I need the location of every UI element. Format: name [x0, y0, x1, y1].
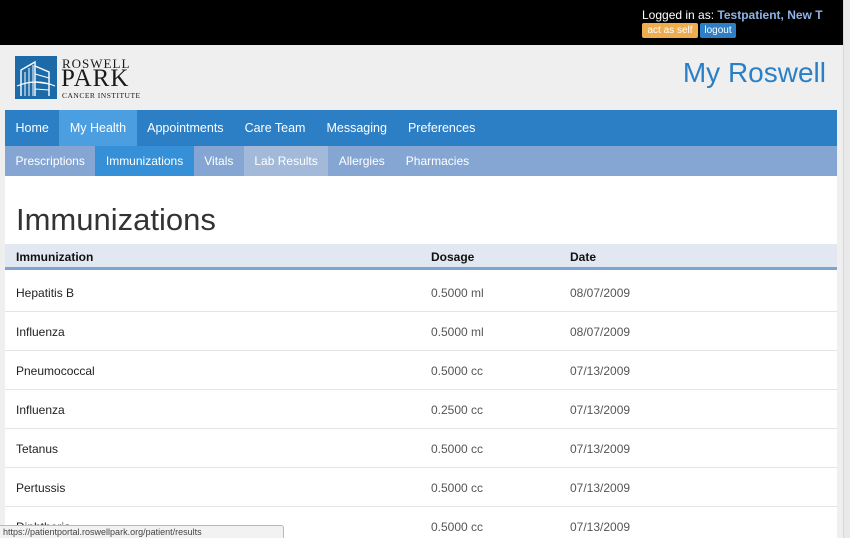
logout-button[interactable]: logout: [700, 23, 736, 38]
browser-status-bar: https://patientportal.roswellpark.org/pa…: [0, 525, 284, 538]
logo-text-park: PARK: [61, 65, 130, 92]
table-row: Pertussis 0.5000 cc 07/13/2009: [5, 468, 837, 507]
nav-home[interactable]: Home: [5, 110, 59, 146]
column-header-date: Date: [570, 250, 597, 264]
immunization-name: Influenza: [16, 403, 65, 417]
nav-care-team[interactable]: Care Team: [234, 110, 316, 146]
immunization-date: 07/13/2009: [570, 442, 631, 456]
act-as-self-button[interactable]: act as self: [642, 23, 698, 38]
brand-title[interactable]: My Roswell: [683, 57, 826, 89]
immunization-dosage: 0.2500 cc: [431, 403, 484, 417]
main-content: Immunizations Immunization Dosage Date H…: [5, 176, 837, 538]
site-header: ROSWELL PARK CANCER INSTITUTE My Roswell: [0, 45, 843, 110]
table-row: Influenza 0.2500 cc 07/13/2009: [5, 390, 837, 429]
subnav-lab-results[interactable]: Lab Results: [243, 146, 329, 176]
immunization-dosage: 0.5000 ml: [431, 325, 484, 339]
immunization-dosage: 0.5000 ml: [431, 286, 484, 300]
immunization-date: 07/13/2009: [570, 520, 631, 534]
roswell-park-logo[interactable]: ROSWELL PARK CANCER INSTITUTE: [15, 56, 145, 100]
immunization-dosage: 0.5000 cc: [431, 442, 484, 456]
subnav-allergies[interactable]: Allergies: [328, 146, 395, 176]
subnav-vitals[interactable]: Vitals: [194, 146, 244, 176]
login-status: Logged in as: Testpatient, New T: [642, 8, 823, 22]
immunization-dosage: 0.5000 cc: [431, 481, 484, 495]
table-row: Pneumococcal 0.5000 cc 07/13/2009: [5, 351, 837, 390]
table-row: Hepatitis B 0.5000 ml 08/07/2009: [5, 273, 837, 312]
user-name-link[interactable]: Testpatient, New T: [717, 8, 822, 22]
column-header-immunization: Immunization: [16, 250, 94, 264]
subnav-immunizations[interactable]: Immunizations: [95, 146, 194, 176]
page-title: Immunizations: [16, 202, 216, 237]
immunization-dosage: 0.5000 cc: [431, 520, 484, 534]
immunization-date: 08/07/2009: [570, 325, 631, 339]
immunization-date: 07/13/2009: [570, 403, 631, 417]
immunization-date: 08/07/2009: [570, 286, 631, 300]
immunization-name: Hepatitis B: [16, 286, 75, 300]
immunization-name: Influenza: [16, 325, 65, 339]
subnav-pharmacies[interactable]: Pharmacies: [395, 146, 479, 176]
immunization-date: 07/13/2009: [570, 481, 631, 495]
immunization-name: Pertussis: [16, 481, 66, 495]
table-header: Immunization Dosage Date: [5, 244, 837, 270]
table-row: Tetanus 0.5000 cc 07/13/2009: [5, 429, 837, 468]
logged-in-label: Logged in as:: [642, 8, 715, 22]
logo-text-cancer-institute: CANCER INSTITUTE: [62, 91, 141, 100]
nav-preferences[interactable]: Preferences: [397, 110, 485, 146]
secondary-nav: Prescriptions Immunizations Vitals Lab R…: [5, 146, 837, 176]
immunization-dosage: 0.5000 cc: [431, 364, 484, 378]
nav-my-health[interactable]: My Health: [59, 110, 137, 146]
subnav-prescriptions[interactable]: Prescriptions: [5, 146, 95, 176]
top-bar: Logged in as: Testpatient, New T act as …: [0, 0, 843, 45]
column-header-dosage: Dosage: [431, 250, 475, 264]
nav-messaging[interactable]: Messaging: [316, 110, 397, 146]
building-logo-icon: [15, 56, 57, 99]
primary-nav: Home My Health Appointments Care Team Me…: [5, 110, 837, 146]
scrollbar[interactable]: [843, 0, 850, 538]
nav-appointments[interactable]: Appointments: [137, 110, 234, 146]
table-row: Influenza 0.5000 ml 08/07/2009: [5, 312, 837, 351]
immunization-date: 07/13/2009: [570, 364, 631, 378]
immunization-name: Tetanus: [16, 442, 59, 456]
immunization-name: Pneumococcal: [16, 364, 95, 378]
